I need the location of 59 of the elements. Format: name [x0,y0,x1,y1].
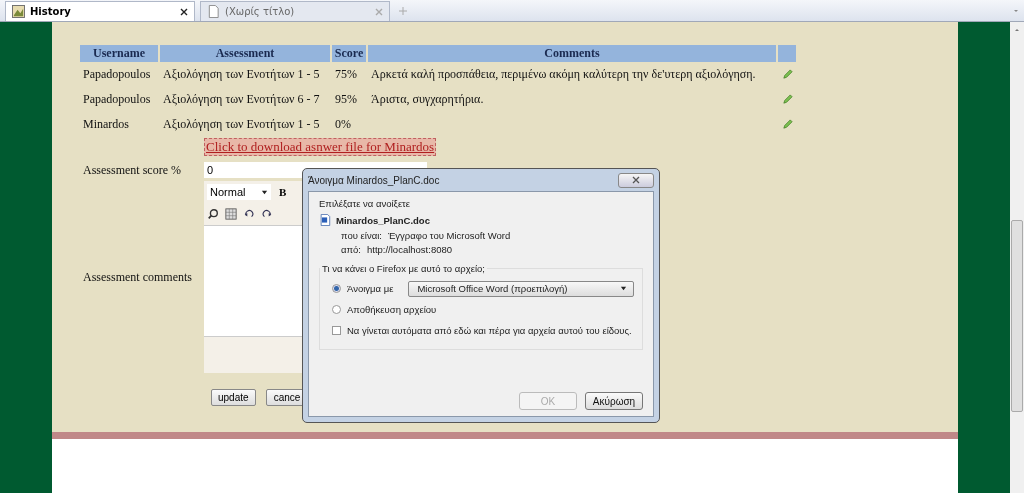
dialog-prompt: Επιλέξατε να ανοίξετε [319,198,412,209]
scrollbar[interactable] [1010,22,1024,493]
download-link[interactable]: Click to download asnwer file for Minardos [204,138,437,156]
table-cell-text: Αξιολόγηση των Ενοτήτων 1 - 5 [162,66,321,83]
cancel-button[interactable]: Ακύρωση [585,392,643,410]
table-cell-text: Άριστα, συγχαρητήρια. [370,91,485,108]
table-cell-text: Papadopoulos [82,91,152,108]
file-name: Minardos_PlanC.doc [336,214,430,226]
table-icon[interactable] [225,208,237,220]
radio-label: Αποθήκευση αρχείου [347,304,437,315]
find-icon[interactable] [207,208,219,220]
caret-icon [261,188,268,196]
scroll-thumb[interactable] [1011,220,1023,412]
close-icon [632,176,640,184]
radio-label: Άνοιγμα με [347,283,394,294]
table-cell-text: 95% [334,91,358,108]
table-cell-text: 75% [334,66,358,83]
scroll-up-icon[interactable] [1013,26,1021,34]
form-button[interactable]: update [211,389,256,406]
close-button[interactable] [618,172,654,188]
table-cell-text: Minardos [82,116,130,133]
bold-button[interactable]: B [277,186,289,198]
column-header [778,45,796,62]
pencil-icon[interactable] [781,119,793,130]
plus-icon[interactable] [398,6,408,16]
pencil-icon[interactable] [781,69,793,80]
document-icon [319,214,331,226]
browser-tab[interactable]: History [5,1,195,21]
dropdown-icon[interactable] [1012,7,1020,15]
info-value: Έγγραφο του Microsoft Word [387,229,511,243]
column-header: Username [80,45,158,62]
page-icon [207,5,220,18]
pencil-icon[interactable] [781,94,793,105]
column-header: Comments [368,45,776,62]
caret-icon [620,285,628,292]
field-label: Assessment score % [83,162,182,178]
group-label: Τι να κάνει ο Firefox με αυτό το αρχείο; [321,263,486,274]
column-header: Assessment [160,45,330,62]
close-icon[interactable] [180,7,188,16]
checkbox-label: Να γίνεται αυτόματα από εδώ και πέρα για αρχεία αυτού του είδους. [347,325,632,336]
table-cell-text: Αρκετά καλή προσπάθεια, περιμένω ακόμη καλύτερη την δε'υτερη αξιολόγηση. [370,66,757,83]
column-header: Score [332,45,366,62]
info-label: από: [341,243,361,257]
table-cell-text: Αξιολόγηση των Ενοτήτων 6 - 7 [162,91,321,108]
radio-button[interactable] [332,305,341,314]
format-dropdown[interactable]: Normal [207,184,271,200]
text-editor[interactable] [204,225,304,337]
radio-button[interactable] [332,284,341,293]
table-cell-text: Αξιολόγηση των Ενοτήτων 1 - 5 [162,116,321,133]
info-label: που είναι: [341,229,382,243]
field-label: Assessment comments [83,269,193,285]
browser-tab[interactable]: (Χωρίς τίτλο) [200,1,390,21]
info-value: http://localhost:8080 [367,243,453,257]
table-cell-text: 0% [334,116,352,133]
application-dropdown[interactable]: Microsoft Office Word (προεπιλογή) [408,280,635,297]
image-icon [12,5,25,18]
table-cell-text: Papadopoulos [82,66,152,83]
dialog-title: Άνοιγμα Minardos_PlanC.doc [308,174,440,186]
checkbox[interactable] [332,326,341,335]
